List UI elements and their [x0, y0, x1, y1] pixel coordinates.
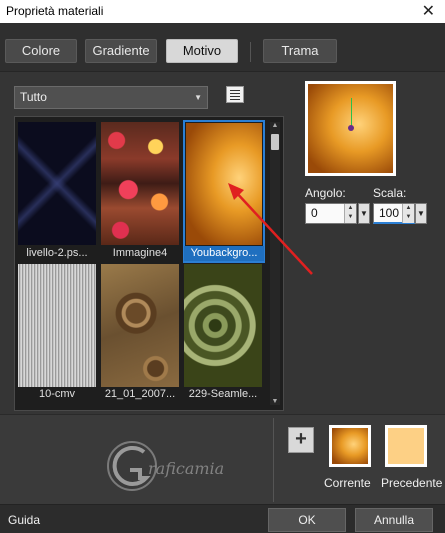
scale-label: Scala: [373, 186, 407, 200]
pattern-label: 10-cmv [38, 388, 76, 400]
pattern-preview[interactable] [305, 81, 396, 176]
category-select[interactable]: Tutto ▼ [14, 86, 208, 109]
pattern-thumb-229-seamless[interactable] [184, 264, 262, 387]
help-link[interactable]: Guida [8, 513, 40, 527]
spin-down-icon: ▼ [405, 214, 412, 220]
spin-up-icon: ▲ [405, 205, 412, 211]
chevron-down-icon: ▼ [194, 93, 202, 102]
tab-separator [250, 42, 251, 62]
pattern-label: 229-Seamle... [188, 388, 258, 400]
angle-label: Angolo: [305, 186, 346, 200]
spin-down-icon: ▼ [347, 214, 354, 220]
scale-dropdown-icon[interactable]: ▼ [415, 203, 427, 224]
scale-input[interactable]: 100 ▲ ▼ [373, 203, 415, 224]
scroll-up-icon[interactable]: ▲ [270, 122, 280, 129]
graficamia-logo: raficamia [107, 441, 224, 491]
title-bar: Proprietà materiali ✕ [0, 0, 445, 23]
view-options-icon[interactable] [226, 86, 244, 103]
pattern-label: livello-2.ps... [26, 247, 88, 259]
scale-value: 100 [379, 206, 400, 220]
pattern-thumb-10-cmv[interactable] [18, 264, 96, 387]
spin-up-icon: ▲ [347, 205, 354, 211]
angle-input[interactable]: 0 ▲ ▼ [305, 203, 357, 224]
window-title: Proprietà materiali [6, 4, 104, 18]
close-icon[interactable]: ✕ [422, 1, 435, 21]
tab-gradiente[interactable]: Gradiente [85, 39, 157, 63]
previous-label: Precedente [381, 476, 443, 490]
cancel-button[interactable]: Annulla [355, 508, 433, 532]
current-swatch[interactable] [329, 425, 371, 467]
tab-colore[interactable]: Colore [5, 39, 77, 63]
current-label: Corrente [324, 476, 371, 490]
pattern-thumb-immagine4[interactable] [101, 122, 179, 245]
pattern-thumb-livello-2[interactable] [18, 122, 96, 245]
angle-dropdown-icon[interactable]: ▼ [358, 203, 370, 224]
angle-value: 0 [311, 206, 318, 220]
ok-button[interactable]: OK [268, 508, 346, 532]
scroll-down-icon[interactable]: ▼ [270, 398, 280, 405]
pattern-label: Immagine4 [112, 247, 168, 259]
divider [273, 418, 274, 502]
previous-swatch[interactable] [385, 425, 427, 467]
category-select-value: Tutto [20, 90, 47, 104]
pattern-thumb-21-01-2007[interactable] [101, 264, 179, 387]
scrollbar-thumb[interactable] [271, 134, 279, 150]
add-swatch-button[interactable]: + [288, 427, 314, 453]
pattern-label: 21_01_2007... [104, 388, 176, 400]
tab-trama[interactable]: Trama [263, 39, 337, 63]
tab-motivo[interactable]: Motivo [166, 39, 238, 63]
svg-text:raficamia: raficamia [148, 459, 224, 478]
